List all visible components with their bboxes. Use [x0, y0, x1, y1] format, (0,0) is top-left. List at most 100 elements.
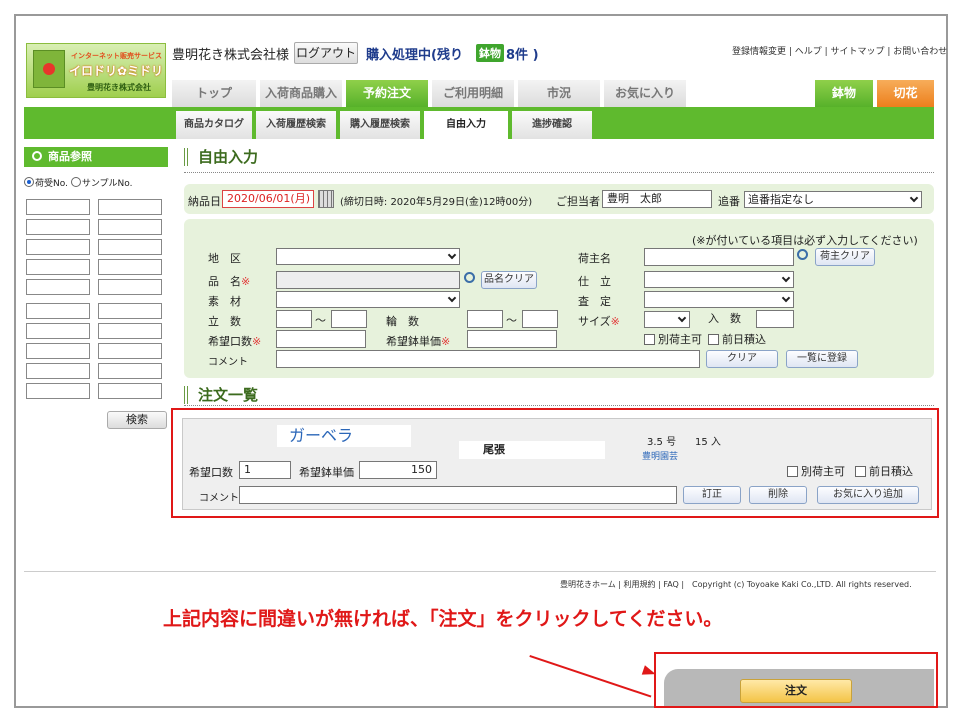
finish-label: 仕 立: [578, 275, 611, 288]
sidebar-input[interactable]: [98, 303, 162, 319]
sidebar-search-button[interactable]: 検索: [107, 411, 167, 429]
required-mark: ※: [252, 335, 262, 348]
comment-field[interactable]: [276, 350, 700, 368]
logo-cube-icon: [33, 50, 65, 88]
tab-favorites[interactable]: お気に入り: [604, 80, 686, 107]
divider: [184, 405, 934, 406]
tab-market[interactable]: 市況: [518, 80, 600, 107]
sidebar-input[interactable]: [26, 323, 90, 339]
material-select[interactable]: [276, 291, 460, 308]
header-links[interactable]: 登録情報変更 | ヘルプ | サイトマップ | お問い合わせ: [732, 44, 947, 57]
delivery-bar: 納品日 2020/06/01(月) (締切日時: 2020年5月29日(金)12…: [184, 184, 934, 214]
shipper-search-icon[interactable]: [797, 249, 808, 260]
sidebar-input[interactable]: [98, 383, 162, 399]
required-mark: ※: [241, 275, 251, 288]
chevron-down-icon: [677, 313, 687, 323]
sidebar-input[interactable]: [26, 343, 90, 359]
item-clear-button[interactable]: 品名クリア: [481, 271, 537, 289]
finish-select[interactable]: [644, 271, 794, 288]
sidebar-input[interactable]: [98, 323, 162, 339]
logo[interactable]: インターネット販売サービス イロドリ✿ミドリ 豊明花き株式会社: [26, 43, 166, 98]
sidebar-input[interactable]: [26, 279, 90, 295]
subtab-catalog[interactable]: 商品カタログ: [176, 111, 252, 139]
shipper-clear-button[interactable]: 荷主クリア: [815, 248, 875, 266]
chevron-down-icon: [909, 193, 919, 203]
subtab-purchase-history[interactable]: 購入履歴検索: [340, 111, 420, 139]
sidebar-input[interactable]: [98, 343, 162, 359]
highlight-order-button: [654, 652, 938, 708]
sidebar-input[interactable]: [26, 239, 90, 255]
sidebar-input[interactable]: [26, 303, 90, 319]
sidebar-input[interactable]: [98, 363, 162, 379]
sidebar-input[interactable]: [26, 383, 90, 399]
item-search-icon[interactable]: [464, 272, 475, 283]
separate-shipper-label: 別荷主可: [658, 333, 702, 346]
radio-receipt-no-label: 荷受No.: [35, 179, 68, 189]
sidebar-input[interactable]: [26, 363, 90, 379]
logo-tagline: インターネット販売サービス: [71, 52, 162, 60]
range-tilde: ～: [506, 314, 517, 327]
company-name: 豊明花き株式会社様: [172, 48, 290, 63]
sidebar-input[interactable]: [26, 219, 90, 235]
chevron-down-icon: [447, 293, 457, 303]
tab-pot-plants[interactable]: 鉢物: [815, 80, 873, 107]
highlight-order-list: [171, 408, 939, 518]
wheel-min-field[interactable]: [467, 310, 503, 328]
subtab-free-input[interactable]: 自由入力: [424, 111, 508, 139]
size-select[interactable]: [644, 311, 690, 328]
person-field[interactable]: 豊明 太郎: [602, 190, 712, 208]
grade-select[interactable]: [644, 291, 794, 308]
delivery-date-field[interactable]: 2020/06/01(月): [222, 190, 314, 208]
wheel-max-field[interactable]: [522, 310, 558, 328]
tab-top[interactable]: トップ: [172, 80, 256, 107]
tab-usage-details[interactable]: ご利用明細: [432, 80, 514, 107]
subtab-progress[interactable]: 進捗確認: [512, 111, 592, 139]
checkbox[interactable]: [644, 334, 655, 345]
size-label: サイズ※: [578, 313, 620, 329]
area-select[interactable]: [276, 248, 460, 265]
range-tilde: ～: [315, 314, 326, 327]
desired-qty-label: 希望口数※: [208, 333, 261, 349]
search-icon: [32, 151, 42, 161]
desired-price-label-text: 希望鉢単価: [386, 335, 441, 348]
remaining-count: 8件 ): [506, 48, 539, 63]
sidebar-input[interactable]: [26, 199, 90, 215]
chevron-down-icon: [447, 250, 457, 260]
chevron-down-icon: [781, 273, 791, 283]
required-mark: ※: [441, 335, 451, 348]
radio-receipt-no[interactable]: [24, 177, 34, 187]
stand-max-field[interactable]: [331, 310, 367, 328]
sidebar-input[interactable]: [98, 279, 162, 295]
subtab-incoming-history[interactable]: 入荷履歴検索: [256, 111, 336, 139]
separate-shipper-option[interactable]: 別荷主可: [644, 331, 702, 347]
shipper-field[interactable]: [644, 248, 794, 266]
radio-sample-no-label: サンプルNo.: [81, 179, 133, 189]
sequence-select[interactable]: 追番指定なし: [744, 191, 922, 208]
calendar-icon[interactable]: [318, 190, 334, 208]
logo-text: イロドリ✿ミドリ: [69, 64, 164, 78]
sequence-select-value: 追番指定なし: [748, 193, 814, 206]
sidebar-input[interactable]: [98, 219, 162, 235]
radio-sample-no[interactable]: [70, 177, 81, 187]
sidebar-input[interactable]: [98, 199, 162, 215]
checkbox[interactable]: [708, 334, 719, 345]
prev-day-option[interactable]: 前日積込: [708, 331, 766, 347]
footer-links[interactable]: 豊明花きホーム | 利用規約 | FAQ | Copyright (c) Toy…: [560, 579, 912, 590]
search-type-radios: 荷受No. サンプルNo.: [24, 176, 133, 189]
irisuu-field[interactable]: [756, 310, 794, 328]
stand-min-field[interactable]: [276, 310, 312, 328]
size-label-text: サイズ: [578, 315, 611, 328]
tab-cut-flowers[interactable]: 切花: [877, 80, 934, 107]
clear-button[interactable]: クリア: [706, 350, 778, 368]
sidebar-input[interactable]: [98, 239, 162, 255]
tab-reservation[interactable]: 予約注文: [346, 80, 428, 107]
register-list-button[interactable]: 一覧に登録: [786, 350, 858, 368]
sidebar-input[interactable]: [26, 259, 90, 275]
logout-button[interactable]: ログアウト: [294, 42, 358, 64]
sidebar-input[interactable]: [98, 259, 162, 275]
desired-qty-field[interactable]: [276, 330, 366, 348]
tab-incoming-purchase[interactable]: 入荷商品購入: [260, 80, 342, 107]
instruction-text: 上記内容に間違いが無ければ、「注文」をクリックしてください。: [163, 608, 723, 630]
desired-price-field[interactable]: [467, 330, 557, 348]
item-name-field[interactable]: [276, 271, 460, 289]
